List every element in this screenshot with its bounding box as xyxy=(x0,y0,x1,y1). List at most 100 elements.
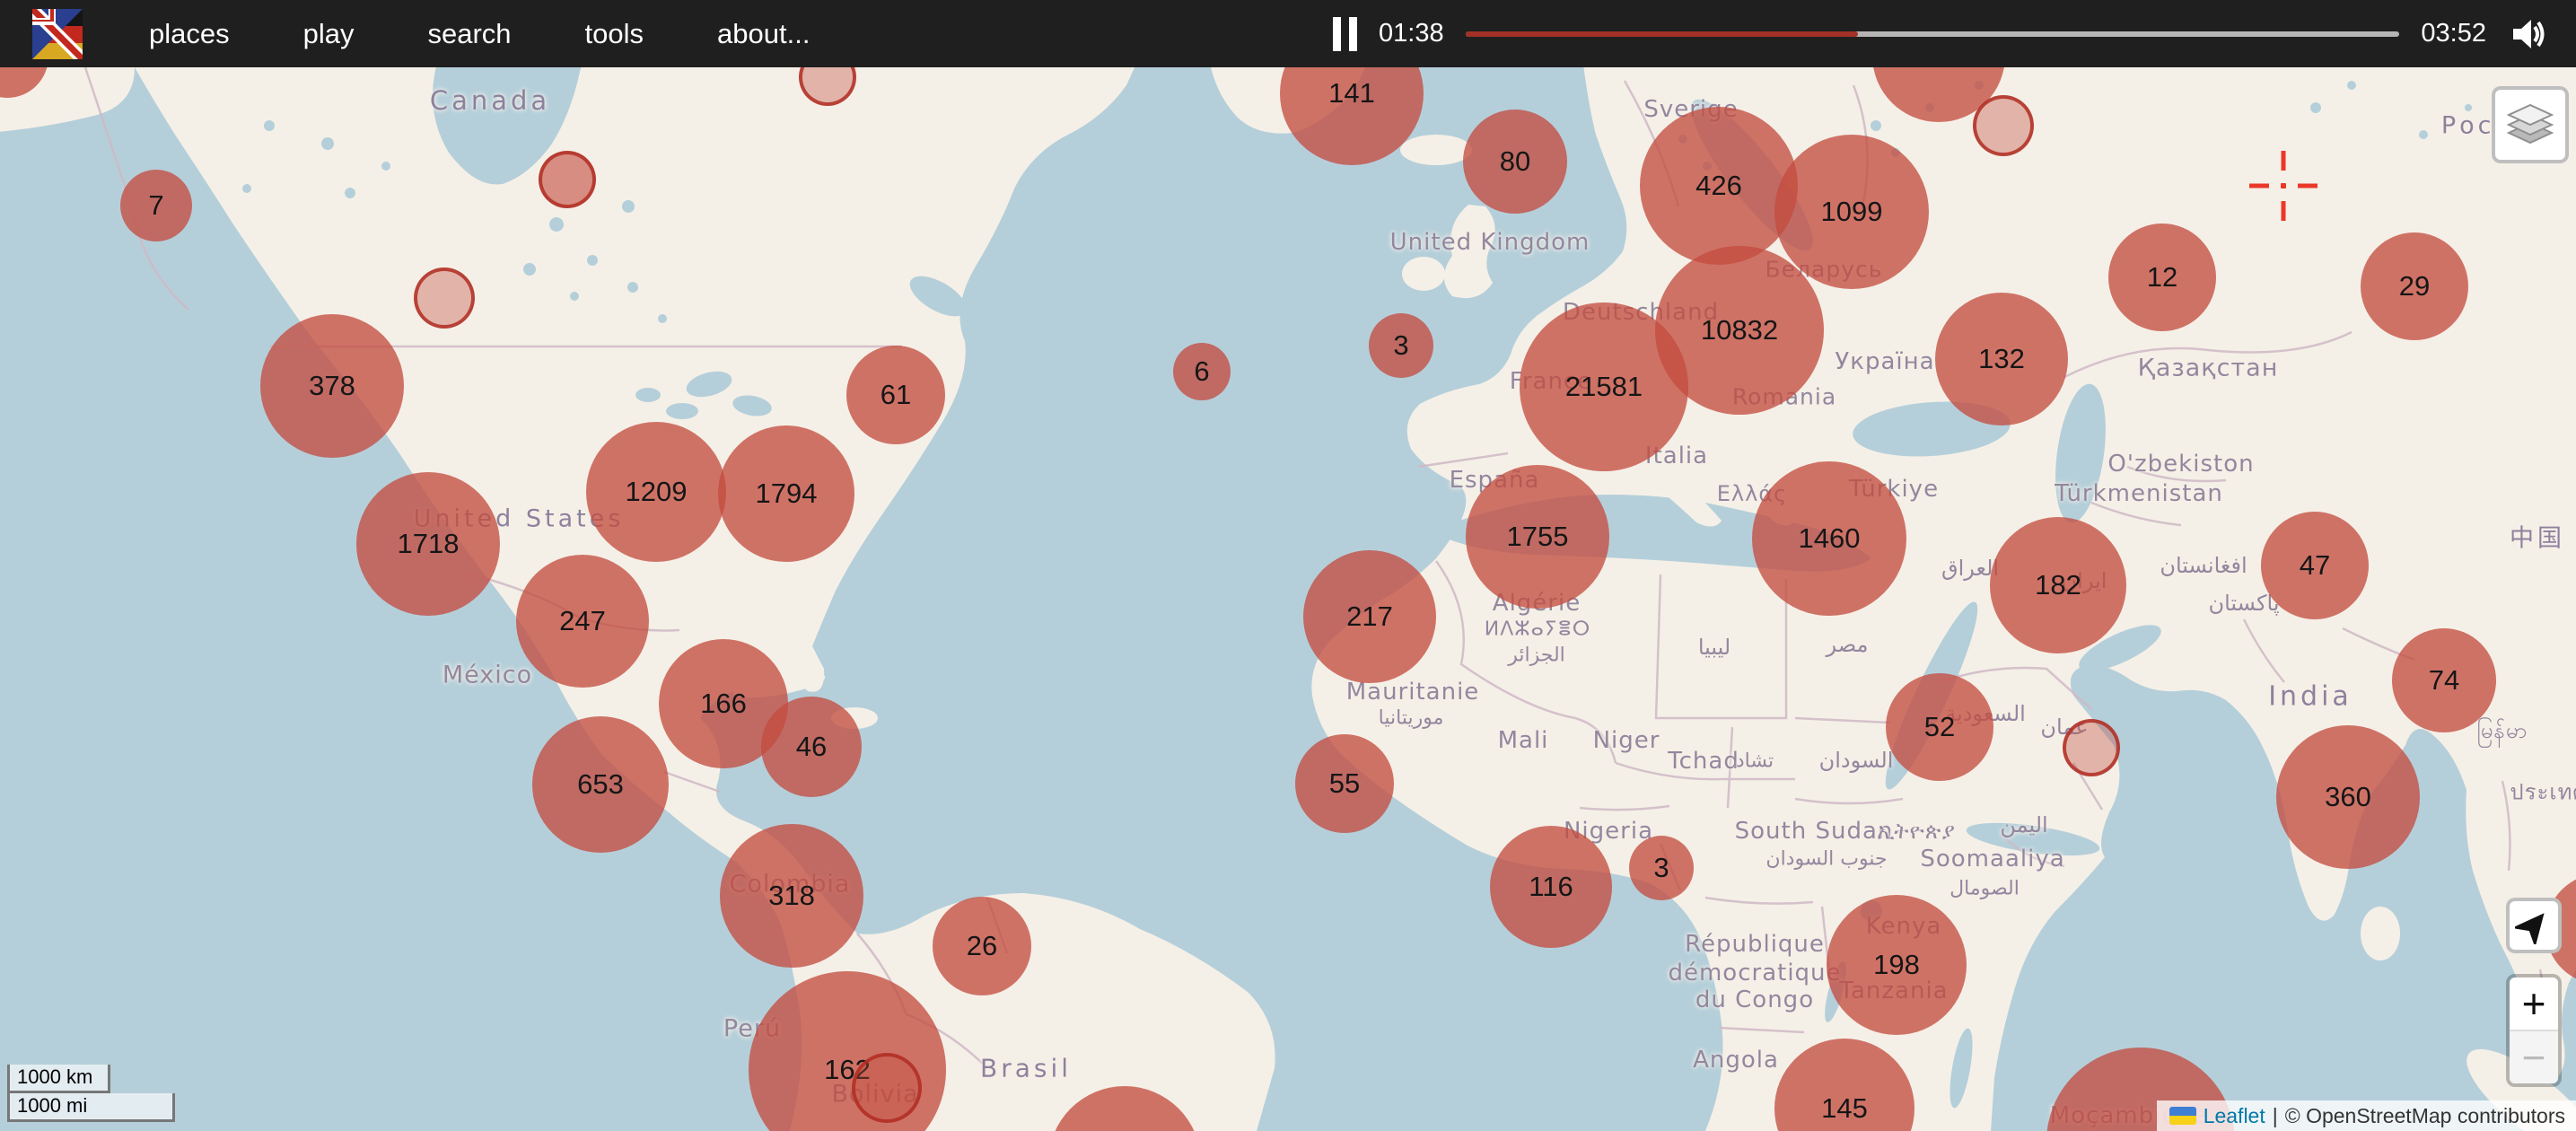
cluster-marker[interactable]: 3 xyxy=(1629,836,1694,900)
cluster-marker[interactable]: 47 xyxy=(2261,512,2369,619)
uk-german-flag-icon[interactable] xyxy=(32,9,83,59)
map-country-label: Tchad xyxy=(1668,748,1739,775)
cluster-marker[interactable] xyxy=(414,267,475,329)
zoom-in-button[interactable]: + xyxy=(2510,978,2558,1030)
layers-control-button[interactable] xyxy=(2492,86,2569,163)
cluster-marker[interactable]: 426 xyxy=(1640,107,1798,265)
cluster-count: 55 xyxy=(1329,767,1360,800)
cluster-marker[interactable]: 1099 xyxy=(1774,135,1929,289)
cluster-count: 3 xyxy=(1653,852,1669,884)
locate-arrow-icon xyxy=(2515,907,2553,944)
cluster-marker[interactable]: 318 xyxy=(720,824,863,968)
cluster-marker[interactable]: 132 xyxy=(1935,293,2068,425)
cluster-marker[interactable] xyxy=(1973,95,2034,156)
nav-item-play[interactable]: play xyxy=(303,18,355,50)
osm-attribution: © OpenStreetMap contributors xyxy=(2285,1104,2565,1128)
cluster-marker[interactable]: 247 xyxy=(516,555,649,688)
cluster-marker[interactable]: 74 xyxy=(2392,628,2496,732)
cluster-count: 116 xyxy=(1529,871,1573,903)
map-country-label: Қазақстан xyxy=(2138,355,2279,382)
leaflet-link[interactable]: Leaflet xyxy=(2204,1104,2265,1128)
cluster-marker[interactable]: 360 xyxy=(2276,725,2420,869)
attribution-separator: | xyxy=(2273,1104,2278,1128)
cluster-count: 52 xyxy=(1924,711,1955,743)
nav-item-search[interactable]: search xyxy=(427,18,511,50)
map-country-label: Canada xyxy=(430,85,550,116)
zoom-out-button[interactable]: − xyxy=(2510,1030,2558,1083)
cluster-marker[interactable] xyxy=(539,151,596,208)
attribution-bar: Leaflet | © OpenStreetMap contributors xyxy=(2157,1100,2576,1131)
map-country-label: Україна xyxy=(1835,348,1934,375)
cluster-marker[interactable]: 12 xyxy=(2108,224,2216,331)
cluster-count: 1755 xyxy=(1507,521,1569,553)
map-country-label: تشاد xyxy=(1736,750,1774,773)
nav-item-tools[interactable]: tools xyxy=(585,18,644,50)
cluster-marker[interactable]: 116 xyxy=(1490,826,1612,948)
cluster-marker[interactable]: 21581 xyxy=(1520,302,1688,471)
scale-control: 1000 km 1000 mi xyxy=(7,1065,175,1122)
progress-bar[interactable] xyxy=(1466,31,2400,37)
cluster-marker[interactable]: 52 xyxy=(1886,673,1993,781)
cluster-count: 29 xyxy=(2399,270,2430,302)
map-country-label: O'zbekiston xyxy=(2107,451,2254,478)
map-country-label: ليبيا xyxy=(1698,635,1730,660)
landmass-ireland xyxy=(1402,257,1445,291)
cluster-count: 1794 xyxy=(756,478,818,510)
cluster-marker[interactable]: 26 xyxy=(933,897,1031,995)
cluster-marker[interactable] xyxy=(2063,719,2120,776)
map-country-label: United Kingdom xyxy=(1390,229,1590,256)
map-country-label: Mali xyxy=(1498,727,1549,754)
cluster-count: 360 xyxy=(2325,781,2371,813)
cluster-marker[interactable]: 1794 xyxy=(718,425,854,562)
cluster-marker[interactable]: 217 xyxy=(1303,550,1436,683)
progress-bar-fill xyxy=(1466,31,1858,37)
map-country-label: اليمن xyxy=(2000,812,2047,837)
cluster-count: 47 xyxy=(2300,549,2330,582)
map-country-label: 中国 xyxy=(2510,519,2565,554)
cluster-count: 378 xyxy=(309,370,355,402)
cluster-count: 80 xyxy=(1500,145,1530,178)
cluster-marker[interactable]: 55 xyxy=(1295,734,1394,833)
speaker-icon[interactable] xyxy=(2508,13,2549,55)
cluster-count: 1099 xyxy=(1821,196,1883,228)
cluster-count: 132 xyxy=(1978,343,2025,375)
cluster-marker[interactable]: 3 xyxy=(1369,313,1433,378)
map-country-label: ⵍⴷⵣⴰⵢⴻⵔ xyxy=(1485,618,1591,641)
nav-item-about[interactable]: about... xyxy=(717,18,810,50)
cluster-marker[interactable]: 378 xyxy=(260,314,404,458)
cluster-marker[interactable]: 6 xyxy=(1173,343,1231,400)
locate-control-button[interactable] xyxy=(2506,898,2562,953)
nav-menu: places play search tools about... xyxy=(149,18,810,50)
cluster-count: 61 xyxy=(881,379,911,411)
cluster-count: 74 xyxy=(2429,664,2459,697)
cluster-marker[interactable]: 182 xyxy=(1990,517,2126,653)
map-country-label: du Congo xyxy=(1695,986,1814,1013)
map-country-label: Angola xyxy=(1693,1047,1779,1074)
map-country-label: مصر xyxy=(1827,632,1869,657)
cluster-count: 1718 xyxy=(398,528,460,560)
cluster-marker[interactable]: 1209 xyxy=(586,422,726,562)
pause-button[interactable] xyxy=(1333,17,1357,51)
crosshair-icon xyxy=(2239,141,2328,231)
map-country-label: السودان xyxy=(1819,748,1894,773)
cluster-marker[interactable]: 1755 xyxy=(1466,465,1609,609)
nav-item-places[interactable]: places xyxy=(149,18,230,50)
cluster-marker[interactable]: 61 xyxy=(846,346,945,444)
cluster-count: 141 xyxy=(1328,77,1375,110)
cluster-marker[interactable]: 653 xyxy=(532,716,669,853)
map-country-label: ประเทศไทย xyxy=(2510,775,2576,810)
map-country-label: México xyxy=(442,662,532,689)
total-time: 03:52 xyxy=(2421,19,2486,48)
cluster-count: 6 xyxy=(1194,355,1209,388)
cluster-marker[interactable]: 1718 xyxy=(356,472,500,616)
cluster-marker[interactable]: 1460 xyxy=(1752,461,1906,616)
cluster-count: 182 xyxy=(2035,569,2081,601)
cluster-marker[interactable]: 46 xyxy=(761,697,862,797)
cluster-marker[interactable]: 7 xyxy=(120,170,192,241)
cluster-marker[interactable]: 29 xyxy=(2361,232,2468,340)
map-country-label: الجزائر xyxy=(1508,644,1565,667)
map-country-label: Niger xyxy=(1593,727,1660,754)
cluster-marker[interactable] xyxy=(852,1053,922,1123)
cluster-marker[interactable]: 198 xyxy=(1827,895,1967,1035)
cluster-marker[interactable]: 80 xyxy=(1463,110,1567,214)
